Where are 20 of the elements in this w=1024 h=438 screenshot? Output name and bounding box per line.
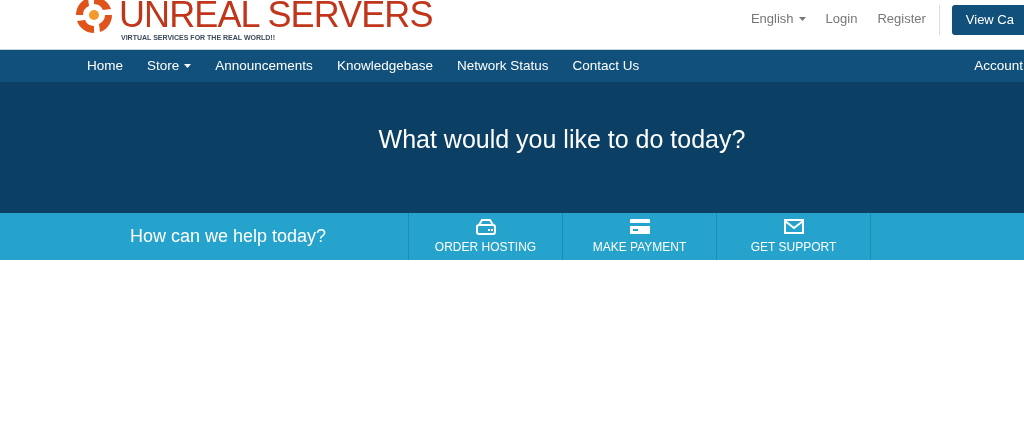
envelope-icon: [782, 217, 805, 235]
nav-dropdown[interactable]: Store: [135, 55, 204, 77]
nav-link[interactable]: Account: [974, 55, 1023, 77]
header-link[interactable]: Register: [877, 9, 926, 29]
help-title: How can we help today?: [129, 225, 327, 248]
language-dropdown[interactable]: English: [750, 9, 806, 29]
nav-link[interactable]: Knowledgebase: [324, 55, 445, 77]
logo-text: UNREAL SERVERS: [119, 0, 433, 35]
logo-icon: [73, 0, 115, 36]
hero-heading: What would you like to do today?: [378, 123, 746, 155]
view-cart-button[interactable]: View Ca: [951, 5, 1024, 35]
nav-link[interactable]: Home: [75, 55, 135, 77]
header-link[interactable]: Login: [825, 9, 858, 29]
caret-icon: [184, 64, 192, 68]
credit-card-icon: [628, 217, 651, 235]
nav-link[interactable]: Network Status: [444, 55, 561, 77]
nav-link[interactable]: Announcements: [203, 55, 325, 77]
caret-icon: [798, 16, 806, 21]
server-icon: [474, 217, 497, 235]
nav-link[interactable]: Contact Us: [560, 55, 652, 77]
